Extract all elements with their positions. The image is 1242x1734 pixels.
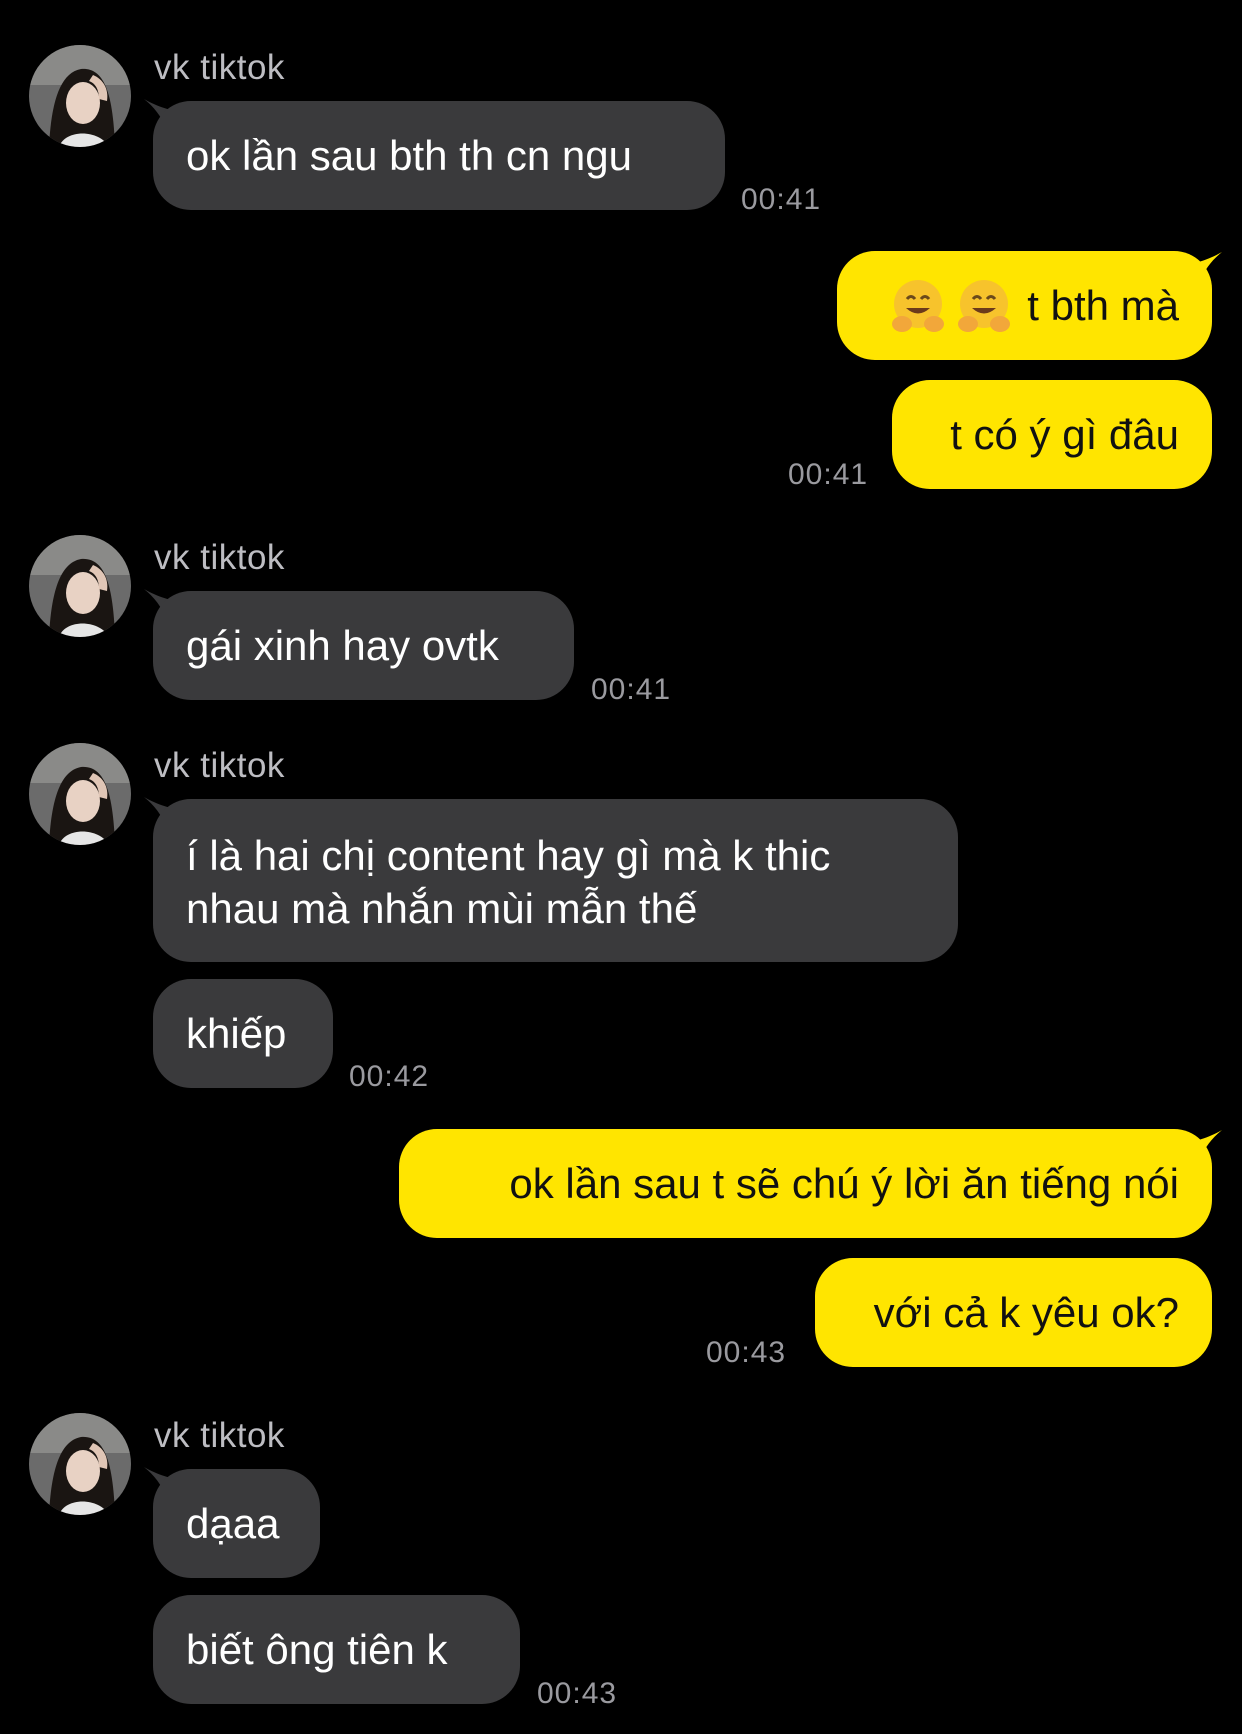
- avatar[interactable]: [29, 743, 131, 845]
- message-bubble-outgoing[interactable]: ok lần sau t sẽ chú ý lời ăn tiếng nói: [399, 1129, 1212, 1238]
- message-timestamp: 00:43: [537, 1677, 618, 1710]
- message-text: biết ông tiên k: [186, 1626, 448, 1673]
- sender-name: vk tiktok: [154, 746, 285, 785]
- hugging-face-icon: [889, 277, 947, 335]
- message-bubble-incoming[interactable]: í là hai chị content hay gì mà k thic nh…: [153, 799, 958, 962]
- message-text: ok lần sau t sẽ chú ý lời ăn tiếng nói: [509, 1160, 1179, 1207]
- message-timestamp: 00:43: [706, 1336, 787, 1369]
- avatar[interactable]: [29, 535, 131, 637]
- message-timestamp: 00:41: [788, 458, 869, 491]
- sender-name: vk tiktok: [154, 538, 285, 577]
- sender-name: vk tiktok: [154, 1416, 285, 1455]
- avatar[interactable]: [29, 45, 131, 147]
- message-timestamp: 00:42: [349, 1060, 430, 1093]
- message-bubble-outgoing[interactable]: t có ý gì đâu: [892, 380, 1212, 489]
- message-bubble-outgoing[interactable]: t bth mà: [837, 251, 1212, 360]
- message-bubble-incoming[interactable]: khiếp: [153, 979, 333, 1088]
- message-bubble-outgoing[interactable]: với cả k yêu ok?: [815, 1258, 1212, 1367]
- message-text: với cả k yêu ok?: [873, 1289, 1179, 1336]
- message-timestamp: 00:41: [741, 183, 822, 216]
- message-text: ok lần sau bth th cn ngu: [186, 132, 632, 179]
- message-timestamp: 00:41: [591, 673, 672, 706]
- message-text: í là hai chị content hay gì mà k thic nh…: [186, 832, 831, 932]
- message-text: t bth mà: [1027, 282, 1179, 329]
- avatar[interactable]: [29, 1413, 131, 1515]
- message-bubble-incoming[interactable]: dạaa: [153, 1469, 320, 1578]
- message-text: gái xinh hay ovtk: [186, 622, 499, 669]
- message-text: dạaa: [186, 1500, 280, 1547]
- message-text: khiếp: [186, 1010, 287, 1057]
- message-bubble-incoming[interactable]: gái xinh hay ovtk: [153, 591, 574, 700]
- message-bubble-incoming[interactable]: biết ông tiên k: [153, 1595, 520, 1704]
- hugging-face-icon: [955, 277, 1013, 335]
- message-text: t có ý gì đâu: [950, 411, 1179, 458]
- sender-name: vk tiktok: [154, 48, 285, 87]
- message-bubble-incoming[interactable]: ok lần sau bth th cn ngu: [153, 101, 725, 210]
